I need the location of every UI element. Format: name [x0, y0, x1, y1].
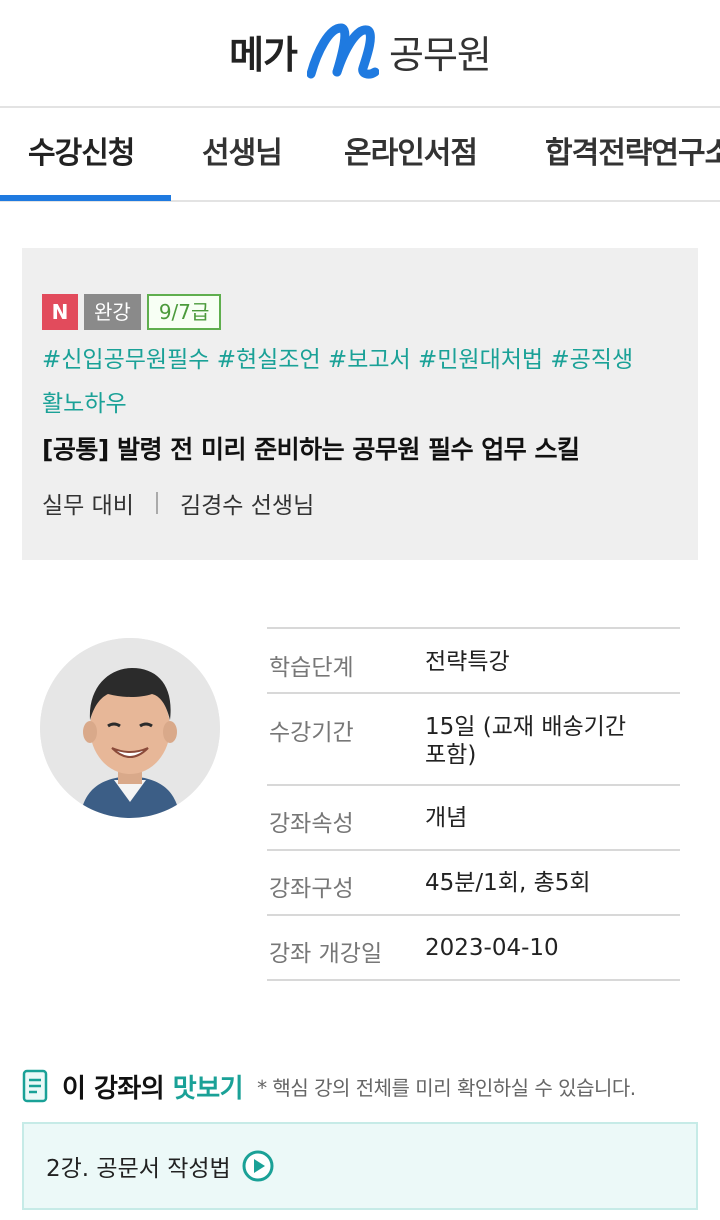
detail-label: 학습단계 [269, 655, 354, 681]
site-header: 메가 공무원 [0, 0, 720, 108]
teacher-avatar [40, 638, 220, 818]
detail-label: 강좌구성 [269, 876, 354, 902]
detail-value: 45분/1회, 총5회 [425, 870, 591, 896]
detail-value: 15일 (교재 배송기간 포함) [425, 714, 626, 768]
detail-row-composition: 강좌구성 45분/1회, 총5회 [267, 851, 680, 916]
active-tab-indicator [0, 195, 171, 201]
teacher-photo [40, 638, 220, 818]
detail-label: 강좌 개강일 [269, 941, 383, 967]
preview-lecture-item[interactable]: 2강. 공문서 작성법 [22, 1122, 698, 1210]
preview-note: * 핵심 강의 전체를 미리 확인하실 수 있습니다. [257, 1075, 636, 1100]
course-title: [공통] 발령 전 미리 준비하는 공무원 필수 업무 스킬 [42, 435, 580, 464]
preview-lecture-label: 2강. 공문서 작성법 [46, 1156, 231, 1182]
detail-label: 수강기간 [269, 720, 354, 746]
course-meta: 실무 대비 김경수 선생님 [42, 486, 314, 520]
mega-m-logo-icon [307, 23, 380, 79]
preview-title: 이 강좌의 맛보기 [62, 1068, 244, 1105]
course-badges: N 완강 9/7급 [42, 294, 222, 330]
meta-divider [155, 492, 158, 514]
tab-course-registration[interactable]: 수강신청 [28, 108, 135, 200]
tab-strategy-lab[interactable]: 합격전략연구소 [545, 108, 720, 200]
grade-badge: 9/7급 [146, 294, 222, 330]
course-category: 실무 대비 [42, 493, 134, 519]
status-badge: 완강 [84, 294, 141, 330]
course-hashtags: #신입공무원필수 #현실조언 #보고서 #민원대처법 #공직생활노하우 [42, 347, 634, 417]
detail-row-start-date: 강좌 개강일 2023-04-10 [267, 916, 680, 981]
site-logo[interactable]: 메가 공무원 [229, 22, 492, 80]
detail-value: 개념 [425, 805, 468, 831]
logo-text-mega: 메가 [229, 32, 298, 77]
main-tabs: 수강신청 선생님 온라인서점 합격전략연구소 [0, 108, 720, 202]
document-list-icon [22, 1069, 48, 1103]
detail-value: 전략특강 [425, 649, 510, 675]
tab-online-bookstore[interactable]: 온라인서점 [344, 108, 478, 200]
play-circle-icon[interactable] [241, 1149, 275, 1183]
preview-title-highlight: 맛보기 [172, 1073, 244, 1104]
logo-text-gongmuwon: 공무원 [389, 32, 492, 77]
tab-teachers[interactable]: 선생님 [202, 108, 283, 200]
course-teacher[interactable]: 김경수 선생님 [180, 486, 314, 520]
detail-row-level: 학습단계 전략특강 [267, 629, 680, 694]
new-badge: N [42, 294, 78, 330]
course-detail-table: 학습단계 전략특강 수강기간 15일 (교재 배송기간 포함) 강좌속성 개념 … [267, 627, 680, 981]
preview-section-header: 이 강좌의 맛보기 * 핵심 강의 전체를 미리 확인하실 수 있습니다. [22, 1066, 698, 1106]
detail-row-attribute: 강좌속성 개념 [267, 786, 680, 851]
detail-label: 강좌속성 [269, 811, 354, 837]
detail-row-period: 수강기간 15일 (교재 배송기간 포함) [267, 694, 680, 786]
preview-title-prefix: 이 강좌의 [62, 1073, 173, 1104]
detail-value: 2023-04-10 [425, 935, 559, 961]
course-info-box: N 완강 9/7급 #신입공무원필수 #현실조언 #보고서 #민원대처법 #공직… [22, 248, 698, 560]
